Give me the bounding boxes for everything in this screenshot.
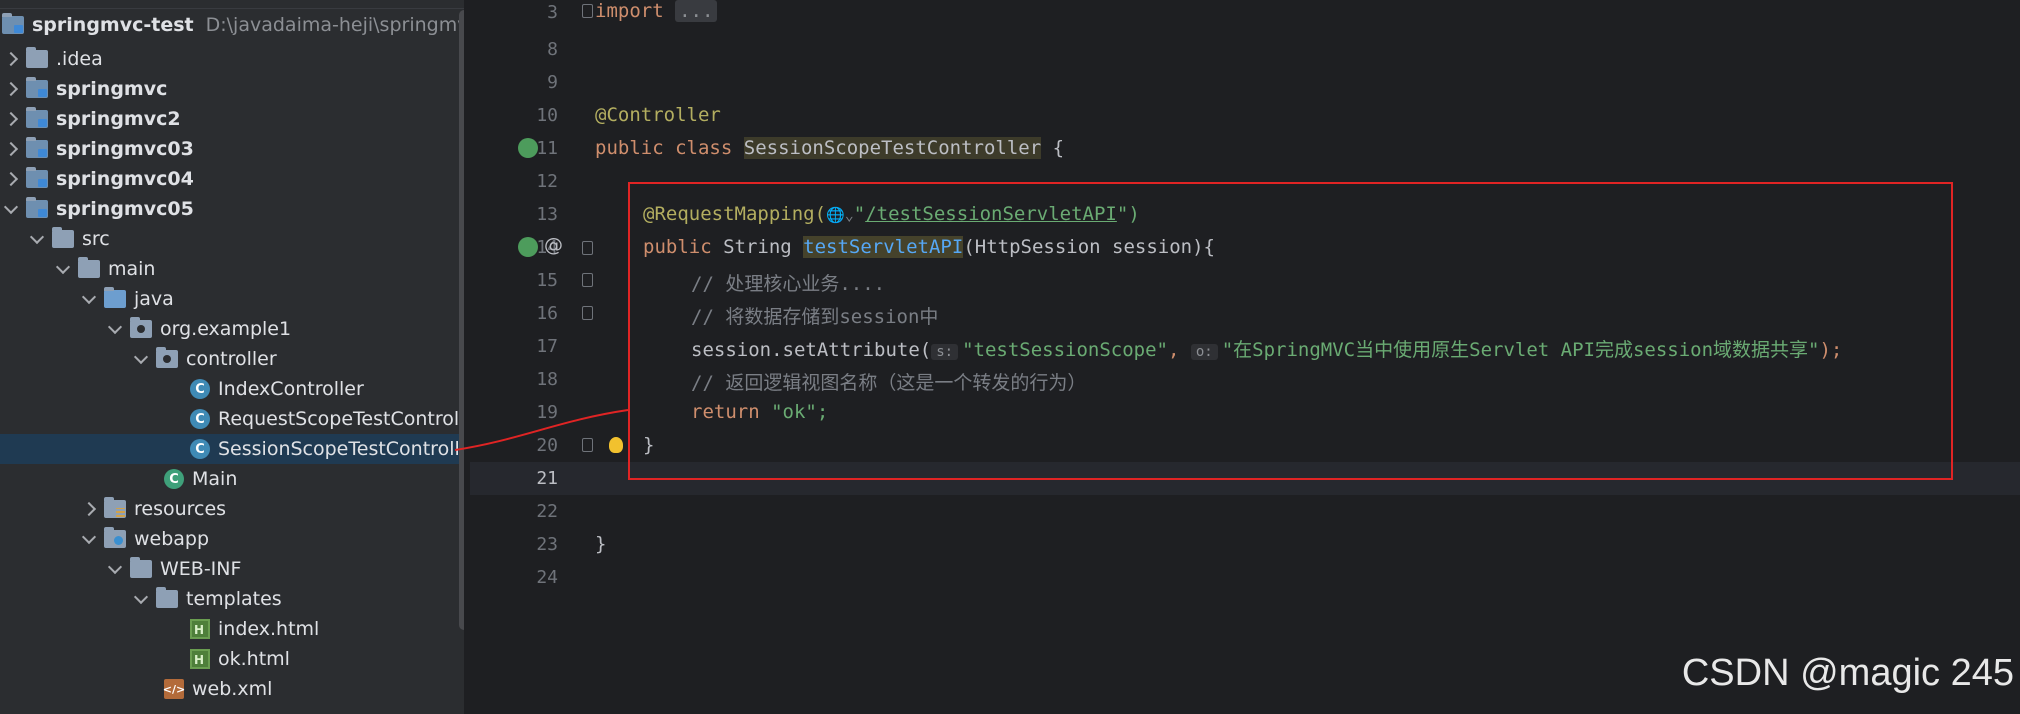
annotation-connector-line <box>454 409 629 451</box>
watermark: CSDN @magic 245 <box>1681 652 2014 694</box>
ide-window: springmvc-test D:\javadaima-heji\springm… <box>0 0 2020 714</box>
